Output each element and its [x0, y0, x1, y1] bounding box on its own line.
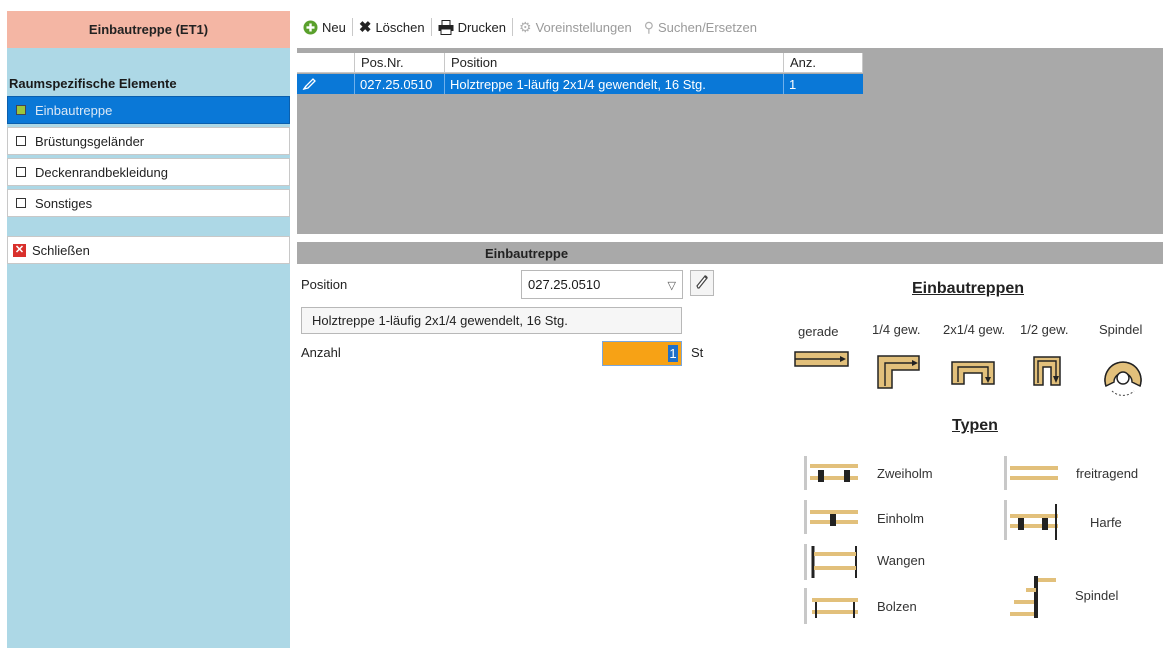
search-replace-label: Suchen/Ersetzen [657, 19, 757, 35]
stair-type-label-spindel: Spindel [1099, 322, 1143, 337]
nav-item-label: Sonstiges [35, 195, 93, 211]
print-label: Drucken [457, 19, 507, 35]
gear-icon: ⚙ [519, 18, 532, 35]
type-label-spindel: Spindel [1075, 588, 1119, 603]
app-window: Einbautreppe (ET1) Raumspezifische Eleme… [0, 0, 1163, 648]
stair-type-label-double-quarter: 2x1/4 gew. [943, 322, 1006, 337]
straight-stair-icon [794, 351, 849, 367]
freitragend-icon [1004, 456, 1058, 490]
double-quarter-stair-icon [951, 361, 995, 385]
type-label-einholm: Einholm [877, 511, 924, 526]
toolbar: Neu ✖ Löschen Drucken ⚙ Voreinstellungen… [297, 13, 763, 41]
position-description-field[interactable]: Holztreppe 1-läufig 2x1/4 gewendelt, 16 … [301, 307, 682, 334]
table-header: Pos.Nr. Position Anz. [297, 53, 863, 73]
row-indicator-header [297, 53, 355, 73]
nav-item-label: Brüstungsgeländer [35, 133, 145, 149]
einholm-icon [804, 500, 858, 534]
nav-item-bruestungsgelaender[interactable]: Brüstungsgeländer [7, 127, 290, 155]
chevron-down-icon[interactable]: ▽ [668, 279, 676, 292]
edit-row-icon [297, 74, 355, 94]
stair-type-label-half: 1/2 gew. [1020, 322, 1069, 337]
type-label-harfe: Harfe [1090, 515, 1122, 530]
print-button[interactable]: Drucken [432, 19, 512, 35]
edit-position-button[interactable] [690, 270, 714, 296]
column-header-position[interactable]: Position [445, 53, 784, 73]
pencil-icon [695, 274, 709, 293]
left-panel: Einbautreppe (ET1) Raumspezifische Eleme… [7, 11, 290, 648]
bolzen-icon [804, 588, 858, 624]
delete-label: Löschen [375, 19, 425, 35]
type-label-bolzen: Bolzen [877, 599, 917, 614]
types-title: Typen [952, 417, 998, 434]
close-button[interactable]: ✕ Schließen [7, 236, 290, 264]
delete-icon: ✖ [358, 19, 372, 36]
checkbox-icon [16, 136, 26, 146]
positions-table: Pos.Nr. Position Anz. 027.25.0510 Holztr… [297, 48, 1163, 234]
anzahl-input[interactable]: 1 [602, 341, 682, 366]
checkbox-icon [16, 167, 26, 177]
search-replace-icon: ⚲ [643, 18, 654, 35]
quarter-turn-stair-icon [877, 355, 920, 389]
nav-item-sonstiges[interactable]: Sonstiges [7, 189, 290, 217]
detail-header: Einbautreppe [297, 242, 1163, 264]
anzahl-value: 1 [668, 345, 678, 362]
stair-type-label-gerade: gerade [798, 324, 839, 339]
stair-type-label-quarter: 1/4 gew. [872, 322, 921, 337]
spindel-type-icon [1010, 576, 1056, 618]
cell-position: Holztreppe 1-läufig 2x1/4 gewendelt, 16 … [445, 74, 784, 94]
detail-title: Einbautreppe [485, 245, 569, 261]
plus-icon [303, 20, 318, 35]
nav-item-deckenrandbekleidung[interactable]: Deckenrandbekleidung [7, 158, 290, 186]
type-label-freitragend: freitragend [1076, 466, 1139, 481]
position-label: Position [301, 277, 348, 292]
nav-item-einbautreppe[interactable]: Einbautreppe [7, 96, 290, 124]
zweiholm-icon [804, 456, 858, 490]
table-row[interactable]: 027.25.0510 Holztreppe 1-läufig 2x1/4 ge… [297, 74, 863, 94]
unit-label: St [691, 345, 704, 360]
spiral-stair-icon [1104, 361, 1142, 396]
close-icon: ✕ [13, 243, 26, 257]
diagram-title: Einbautreppen [912, 280, 1025, 297]
presets-label: Voreinstellungen [535, 19, 632, 35]
column-header-pos-nr[interactable]: Pos.Nr. [355, 53, 445, 73]
nav-item-label: Einbautreppe [35, 102, 113, 118]
section-label: Raumspezifische Elemente [9, 76, 177, 91]
half-turn-stair-icon [1033, 356, 1061, 386]
delete-button[interactable]: ✖ Löschen [353, 18, 431, 36]
checkbox-icon [16, 105, 26, 115]
panel-title: Einbautreppe (ET1) [7, 11, 290, 48]
harfe-icon [1004, 500, 1058, 540]
cell-anz: 1 [789, 76, 797, 92]
wangen-icon [804, 544, 857, 580]
type-label-zweiholm: Zweiholm [877, 466, 933, 481]
anzahl-label: Anzahl [301, 345, 341, 360]
new-button[interactable]: Neu [297, 20, 352, 35]
printer-icon [438, 19, 454, 35]
presets-button[interactable]: ⚙ Voreinstellungen [513, 19, 638, 36]
new-label: Neu [322, 19, 346, 35]
type-label-wangen: Wangen [877, 553, 925, 568]
nav-item-label: Deckenrandbekleidung [35, 164, 168, 180]
position-select[interactable]: 027.25.0510 ▽ [521, 270, 683, 299]
checkbox-icon [16, 198, 26, 208]
search-replace-button[interactable]: ⚲ Suchen/Ersetzen [638, 19, 763, 36]
cell-pos-nr: 027.25.0510 [355, 74, 445, 94]
column-header-anz[interactable]: Anz. [784, 53, 863, 73]
position-select-value: 027.25.0510 [528, 277, 601, 292]
close-label: Schließen [32, 242, 90, 258]
